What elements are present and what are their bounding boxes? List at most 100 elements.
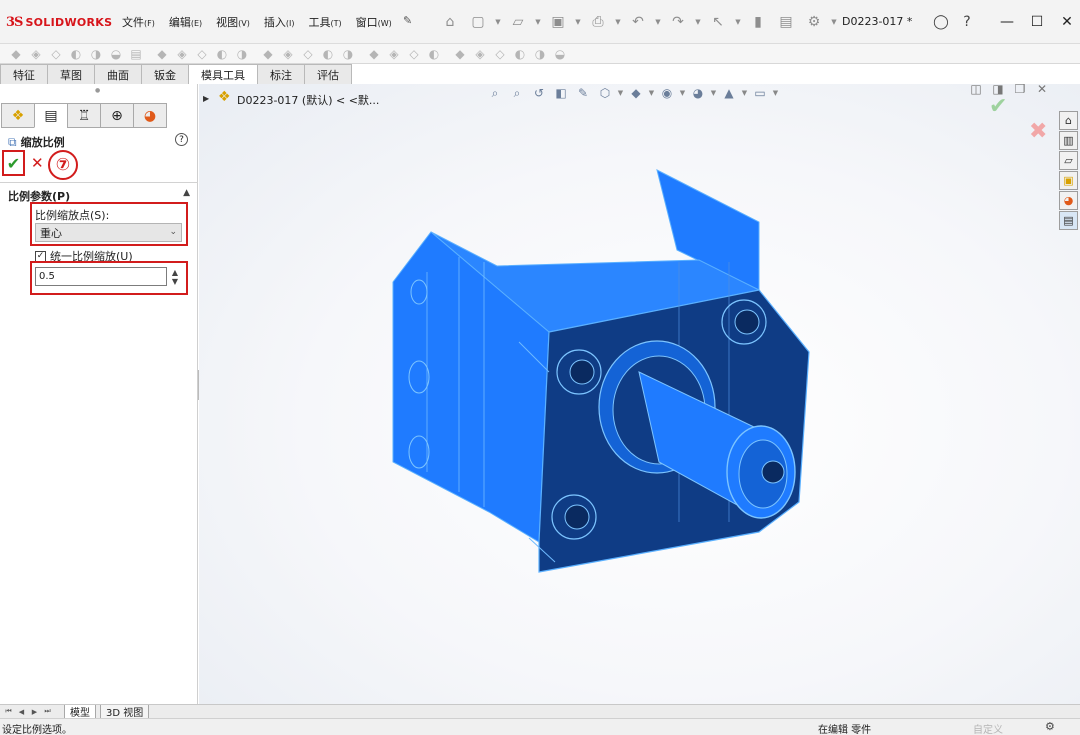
minimize-icon[interactable]: — (992, 11, 1022, 33)
chevron-down-icon[interactable]: ▼ (572, 11, 584, 33)
save-icon[interactable]: ▣ (544, 11, 572, 33)
menu-insert[interactable]: 插入(I) (264, 14, 295, 30)
undo-icon[interactable]: ↶ (624, 11, 652, 33)
mold-tool-icon[interactable]: ◈ (26, 45, 46, 63)
mold-tool-icon[interactable]: ◑ (232, 45, 252, 63)
chevron-down-icon[interactable]: ▼ (647, 84, 656, 103)
help-icon[interactable]: ? (175, 133, 188, 146)
menu-window[interactable]: 窗口(W) (356, 14, 392, 30)
expand-arrow-icon[interactable]: ▶ (203, 94, 209, 103)
menu-edit[interactable]: 编辑(E) (169, 14, 202, 30)
hide-show-items-icon[interactable]: ◉ (656, 84, 678, 103)
tab-markup[interactable]: 标注 (257, 64, 305, 84)
close-icon[interactable]: ✕ (1052, 11, 1080, 33)
mold-tool-icon[interactable]: ◆ (364, 45, 384, 63)
chevron-up-icon[interactable]: ▲ (183, 188, 190, 198)
mold-tool-icon[interactable]: ◑ (338, 45, 358, 63)
mold-tool-icon[interactable]: ◐ (424, 45, 444, 63)
view-palette-icon[interactable]: ▣ (1059, 171, 1078, 190)
tab-3d-view[interactable]: 3D 视图 (100, 705, 150, 719)
dynamic-annotation-icon[interactable]: ✎ (572, 84, 594, 103)
restore-icon[interactable]: ❐ (1009, 84, 1031, 99)
mold-tool-icon[interactable]: ◈ (470, 45, 490, 63)
view-orientation-icon[interactable]: ⬡ (594, 84, 616, 103)
mold-tool-icon[interactable]: ◈ (278, 45, 298, 63)
file-explorer-icon[interactable]: ▱ (1059, 151, 1078, 170)
tab-surfaces[interactable]: 曲面 (94, 64, 142, 84)
menu-view[interactable]: 视图(V) (216, 14, 250, 30)
design-library-icon[interactable]: ▥ (1059, 131, 1078, 150)
spin-down-icon[interactable]: ▼ (172, 277, 178, 286)
maximize-icon[interactable]: ☐ (1022, 11, 1052, 33)
scale-point-select[interactable]: 重心 ⌄ (35, 223, 182, 242)
scale-factor-spinner[interactable]: ▲ ▼ (169, 266, 181, 288)
home-icon[interactable]: ⌂ (1059, 111, 1078, 130)
view-settings-icon[interactable]: ▭ (749, 84, 771, 103)
chevron-down-icon[interactable]: ▼ (492, 11, 504, 33)
user-icon[interactable]: ◯ (928, 11, 954, 33)
close-icon[interactable]: ✕ (1031, 84, 1053, 99)
mold-tool-icon[interactable]: ◇ (404, 45, 424, 63)
open-folder-icon[interactable]: ▱ (504, 11, 532, 33)
mold-tool-icon[interactable]: ◇ (298, 45, 318, 63)
mold-tool-icon[interactable]: ◑ (530, 45, 550, 63)
chevron-down-icon[interactable]: ▼ (740, 84, 749, 103)
display-manager-icon[interactable]: ◕ (133, 103, 167, 128)
tab-features[interactable]: 特征 (0, 64, 48, 84)
last-tab-icon[interactable]: ⏭ (41, 705, 54, 718)
rebuild-icon[interactable]: ▮ (744, 11, 772, 33)
feature-manager-icon[interactable]: ❖ (1, 103, 35, 128)
menu-file[interactable]: 文件(F) (122, 14, 155, 30)
first-tab-icon[interactable]: ⏮ (2, 705, 15, 718)
chevron-down-icon[interactable]: ▼ (616, 84, 625, 103)
gear-icon[interactable]: ⚙ (800, 11, 828, 33)
tab-mold-tools[interactable]: 模具工具 (188, 64, 258, 84)
solidworks-logo[interactable]: 3S SOLIDWORKS (6, 12, 112, 32)
custom-properties-icon[interactable]: ▤ (1059, 211, 1078, 230)
new-document-icon[interactable]: ▢ (464, 11, 492, 33)
property-manager-icon[interactable]: ▤ (34, 103, 68, 128)
tab-evaluate[interactable]: 评估 (304, 64, 352, 84)
mold-tool-icon[interactable]: ◐ (212, 45, 232, 63)
mold-tool-icon[interactable]: ◐ (66, 45, 86, 63)
tab-model[interactable]: 模型 (64, 705, 96, 719)
mold-tool-icon[interactable]: ◆ (258, 45, 278, 63)
status-custom-units[interactable]: 自定义 (973, 721, 1003, 735)
3d-part-model[interactable] (379, 162, 849, 582)
home-icon[interactable]: ⌂ (436, 11, 464, 33)
mold-tool-icon[interactable]: ◆ (450, 45, 470, 63)
ok-button[interactable]: ✔ (2, 150, 25, 176)
panel-grip-icon[interactable]: ● (95, 87, 100, 94)
chevron-down-icon[interactable]: ▼ (692, 11, 704, 33)
mold-tool-icon[interactable]: ◒ (106, 45, 126, 63)
mold-tool-icon[interactable]: ◇ (490, 45, 510, 63)
print-icon[interactable]: ⎙ (584, 11, 612, 33)
zoom-to-area-icon[interactable]: ⌕ (506, 84, 528, 103)
mold-tool-icon[interactable]: ▤ (126, 45, 146, 63)
mold-tool-icon[interactable]: ◈ (172, 45, 192, 63)
chevron-down-icon[interactable]: ▼ (532, 11, 544, 33)
mold-tool-icon[interactable]: ◆ (6, 45, 26, 63)
mold-tool-icon[interactable]: ◑ (86, 45, 106, 63)
feature-tree-part-label[interactable]: D0223-017 (默认) < <默... (237, 92, 379, 108)
configuration-manager-icon[interactable]: ♖ (67, 103, 101, 128)
next-tab-icon[interactable]: ▶ (28, 705, 41, 718)
graphics-area[interactable]: ▶ ❖ D0223-017 (默认) < <默... ⌕ ⌕ ↺ ◧ ✎ ⬡ ▼… (199, 84, 1080, 704)
chevron-down-icon[interactable]: ▼ (771, 84, 780, 103)
select-arrow-icon[interactable]: ↖ (704, 11, 732, 33)
file-properties-icon[interactable]: ▤ (772, 11, 800, 33)
redo-icon[interactable]: ↷ (664, 11, 692, 33)
spin-up-icon[interactable]: ▲ (172, 268, 178, 277)
chevron-down-icon[interactable]: ▼ (612, 11, 624, 33)
chevron-down-icon[interactable]: ▼ (732, 11, 744, 33)
confirmation-ok-icon[interactable]: ✔ (989, 94, 1007, 119)
appearances-icon[interactable]: ◕ (1059, 191, 1078, 210)
chevron-down-icon[interactable]: ▼ (828, 11, 840, 33)
mold-tool-icon[interactable]: ◇ (46, 45, 66, 63)
mold-tool-icon[interactable]: ◐ (510, 45, 530, 63)
viewport-option-icon[interactable]: ◫ (965, 84, 987, 99)
section-view-icon[interactable]: ◧ (550, 84, 572, 103)
cancel-button[interactable]: ✕ (31, 154, 44, 172)
mold-tool-icon[interactable]: ◇ (192, 45, 212, 63)
mold-tool-icon[interactable]: ◈ (384, 45, 404, 63)
